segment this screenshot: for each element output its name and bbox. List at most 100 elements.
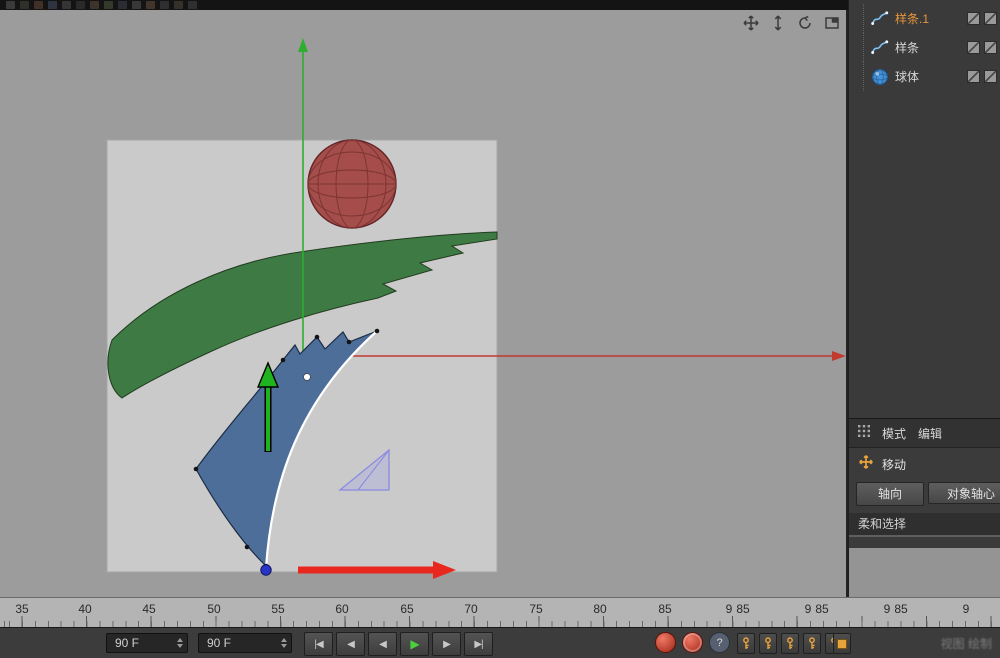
object-label[interactable]: 球体 — [895, 68, 963, 85]
object-item-spline1[interactable]: 样条.1 — [849, 4, 1000, 33]
tab-mode[interactable]: 模式 — [882, 425, 906, 442]
toolbar-icon[interactable] — [62, 1, 71, 9]
next-frame-button[interactable]: ▶ — [432, 632, 461, 656]
playback-help-button[interactable]: ? — [709, 632, 730, 653]
frame-end-value: 90 F — [207, 636, 231, 650]
toolbar-icon[interactable] — [20, 1, 29, 9]
frame-end-field[interactable]: 90 F — [198, 633, 292, 653]
attributes-header: 模式 编辑 — [849, 419, 1000, 448]
toolbar-icon[interactable] — [160, 1, 169, 9]
dolly-view-icon[interactable] — [768, 13, 788, 33]
record-controls: ? — [655, 632, 730, 653]
object-axis-button[interactable]: 对象轴心 — [928, 482, 1000, 504]
toolbar-icon[interactable] — [174, 1, 183, 9]
toolbar-icon[interactable] — [48, 1, 57, 9]
object-toggles — [963, 12, 997, 25]
key-toggle[interactable] — [759, 633, 777, 654]
frame-tick-label: 9 — [963, 602, 970, 616]
render-visibility-toggle[interactable] — [984, 41, 997, 54]
render-visibility-toggle[interactable] — [984, 12, 997, 25]
play-button[interactable]: ▶ — [400, 632, 429, 656]
move-tool-icon — [858, 454, 874, 475]
object-item-sphere[interactable]: 球体 — [849, 62, 1000, 91]
prev-key-button[interactable]: ◀ — [336, 632, 365, 656]
frame-tick-label: 80 — [593, 602, 606, 616]
watermark-text: 视图 绘制 — [941, 635, 992, 652]
prev-frame-button[interactable]: ◀ — [368, 632, 397, 656]
pan-view-icon[interactable] — [741, 13, 761, 33]
scene-graphics — [0, 10, 848, 597]
viewport-3d[interactable] — [0, 10, 848, 597]
stepper-arrows[interactable] — [275, 638, 287, 648]
toolbar-icon[interactable] — [188, 1, 197, 9]
main-toolbar — [0, 0, 848, 10]
goto-end-button[interactable]: ▶| — [464, 632, 493, 656]
frame-start-value: 90 F — [115, 636, 139, 650]
autokey-button[interactable] — [682, 632, 703, 653]
object-label[interactable]: 样条.1 — [895, 10, 963, 27]
key-toggle[interactable] — [737, 633, 755, 654]
frame-tick-label: 55 — [271, 602, 284, 616]
viewport-nav-controls — [741, 13, 842, 33]
frame-tick-label: 9 — [805, 602, 812, 616]
frame-tick-label: 9 — [726, 602, 733, 616]
object-toggles — [963, 41, 997, 54]
soft-selection-section[interactable]: 柔和选择 — [849, 513, 1000, 537]
goto-start-button[interactable]: |◀ — [304, 632, 333, 656]
frame-tick-label: 75 — [529, 602, 542, 616]
frame-tick-label: 65 — [400, 602, 413, 616]
editor-visibility-toggle[interactable] — [967, 70, 980, 83]
frame-tick-label: 50 — [207, 602, 220, 616]
tab-edit[interactable]: 编辑 — [918, 425, 942, 442]
toolbar-icon[interactable] — [132, 1, 141, 9]
frame-tick-label: 85 — [658, 602, 671, 616]
toolbar-icon[interactable] — [118, 1, 127, 9]
frame-tick-label: 85 — [736, 602, 749, 616]
attributes-empty-area — [848, 548, 1000, 597]
spline-icon — [871, 10, 889, 28]
toolbar-icon[interactable] — [34, 1, 43, 9]
editor-visibility-toggle[interactable] — [967, 12, 980, 25]
grid-icon[interactable] — [858, 424, 870, 442]
key-toggle[interactable] — [803, 633, 821, 654]
keyframe-toggles — [737, 633, 843, 654]
sphere-icon — [871, 68, 889, 86]
toolbar-icon[interactable] — [104, 1, 113, 9]
frame-tick-label: 40 — [78, 602, 91, 616]
rotate-view-icon[interactable] — [795, 13, 815, 33]
key-toggle[interactable] — [781, 633, 799, 654]
spline-icon — [871, 39, 889, 57]
timeline-ruler[interactable]: 35 40 45 50 55 60 65 70 75 80 85 9 85 9 … — [0, 597, 1000, 627]
frame-tick-label: 70 — [464, 602, 477, 616]
frame-tick-label: 60 — [335, 602, 348, 616]
object-item-spline[interactable]: 样条 — [849, 33, 1000, 62]
object-toggles — [963, 70, 997, 83]
toggle-layout-icon[interactable] — [822, 13, 842, 33]
stepper-arrows[interactable] — [171, 638, 183, 648]
attributes-panel: 模式 编辑 移动 轴向 对象轴心 柔和选择 — [848, 418, 1000, 548]
z-axis-handle[interactable] — [261, 565, 271, 575]
toolbar-icon[interactable] — [90, 1, 99, 9]
x-axis-arrow — [832, 351, 846, 361]
toolbar-icon[interactable] — [6, 1, 15, 9]
toolbar-icon[interactable] — [146, 1, 155, 9]
active-tool-label: 移动 — [882, 456, 906, 473]
frame-tick-label: 35 — [15, 602, 28, 616]
cinema4d-window: 样条.1 样条 — [0, 0, 1000, 658]
transport-bar: 90 F 90 F |◀ ◀ ◀ ▶ ▶ ▶| ? — [0, 627, 1000, 658]
frame-tick-label: 45 — [142, 602, 155, 616]
toolbar-icon[interactable] — [76, 1, 85, 9]
selected-control-point[interactable] — [304, 374, 311, 381]
axis-button[interactable]: 轴向 — [856, 482, 924, 506]
sphere-object[interactable] — [308, 140, 396, 228]
editor-visibility-toggle[interactable] — [967, 41, 980, 54]
frame-start-field[interactable]: 90 F — [106, 633, 188, 653]
frame-tick-label: 9 — [884, 602, 891, 616]
record-toggle-button[interactable] — [833, 633, 851, 654]
object-label[interactable]: 样条 — [895, 39, 963, 56]
frame-tick-label: 85 — [815, 602, 828, 616]
y-axis-arrow — [298, 38, 308, 52]
object-manager-panel: 样条.1 样条 — [848, 0, 1000, 418]
render-visibility-toggle[interactable] — [984, 70, 997, 83]
record-button[interactable] — [655, 632, 676, 653]
